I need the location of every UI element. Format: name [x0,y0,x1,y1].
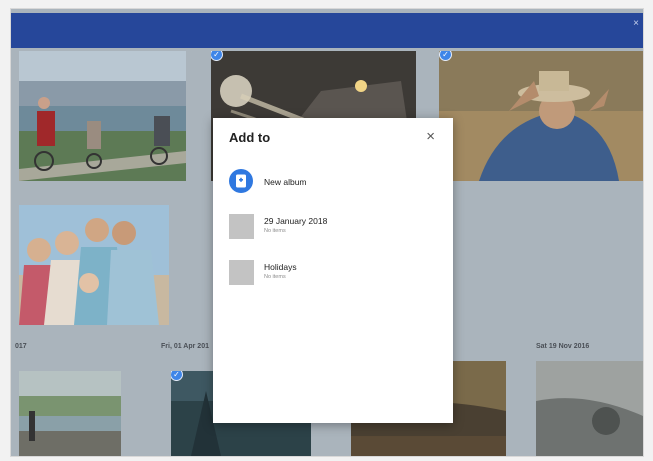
album-item[interactable]: Holidays No items [229,260,439,288]
title-bar: × [11,13,643,48]
photo-water[interactable] [536,361,643,456]
date-label: Fri, 01 Apr 201 [161,343,209,350]
close-icon[interactable]: × [426,129,435,144]
album-subtitle: No items [264,228,286,234]
album-thumbnail [229,214,254,239]
album-add-icon [229,169,253,193]
photo-cyclists-image [19,51,186,181]
photo-water-image [536,361,643,456]
new-album-label: New album [264,177,307,187]
photo-lakeside-image [19,371,121,456]
photo-cowboy[interactable]: ✓ [439,51,643,181]
album-thumbnail [229,260,254,285]
date-label: 017 [15,343,27,350]
photo-family[interactable] [19,205,169,325]
album-item[interactable]: 29 January 2018 No items [229,214,439,242]
album-title: 29 January 2018 [264,216,328,226]
photo-lakeside[interactable] [19,371,121,456]
date-label: Sat 19 Nov 2016 [536,343,590,350]
new-album-button[interactable]: New album [229,169,439,197]
album-subtitle: No items [264,274,286,280]
window-close-icon[interactable]: × [633,19,639,29]
add-to-dialog: Add to × New album 29 January 2018 No it… [213,118,453,423]
photo-cyclists[interactable] [19,51,186,181]
photo-family-image [19,205,169,325]
photo-cowboy-image [439,51,643,181]
album-title: Holidays [264,262,297,272]
dialog-title: Add to [229,130,271,145]
